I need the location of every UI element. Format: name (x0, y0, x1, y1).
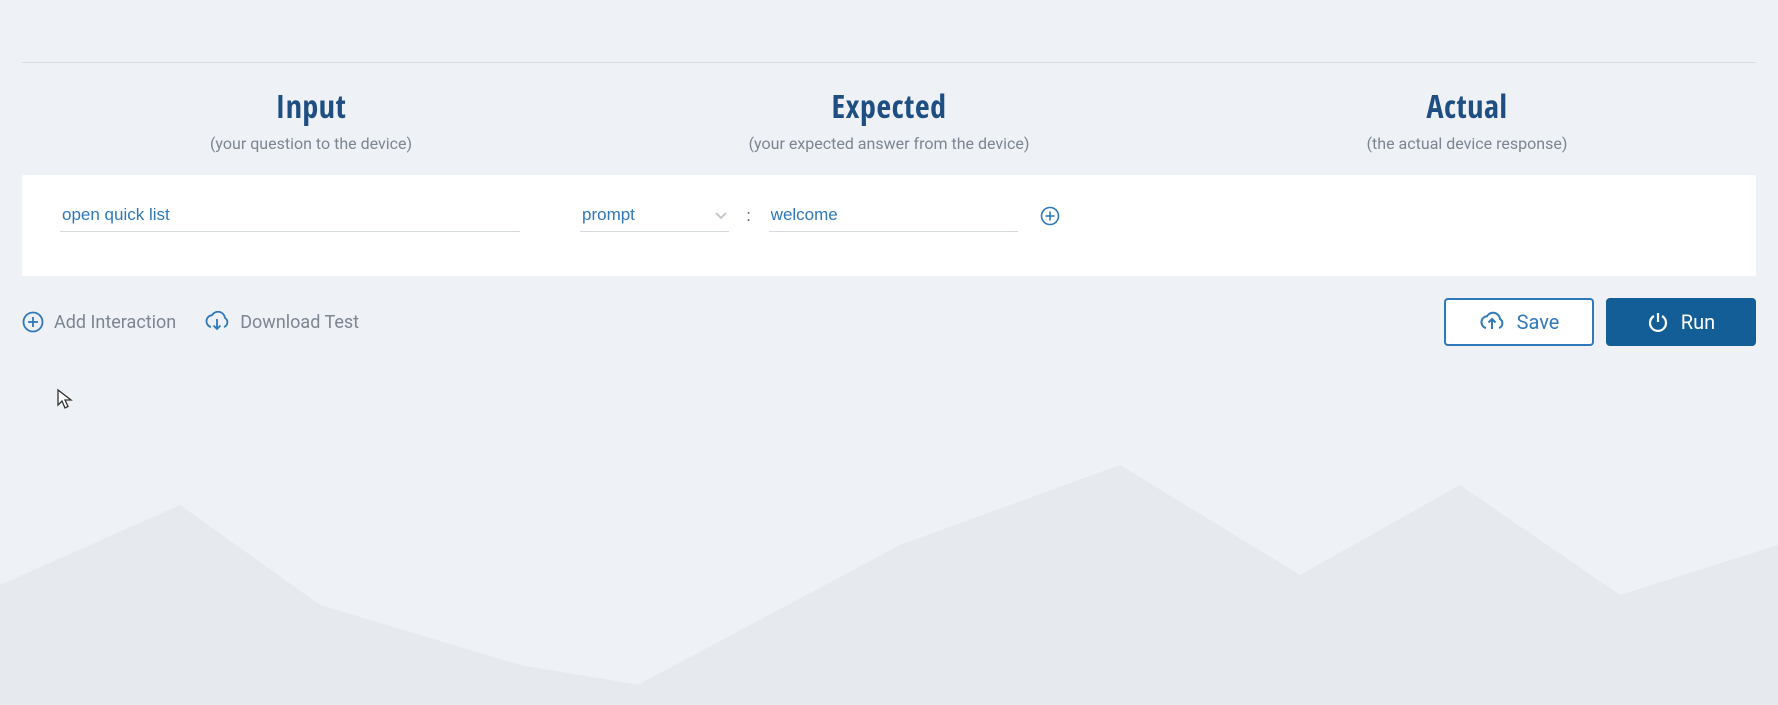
column-title-expected: Expected (600, 85, 1178, 128)
column-sub-input: (your question to the device) (22, 134, 600, 153)
background-mountains (0, 425, 1778, 705)
cloud-upload-icon (1479, 311, 1505, 333)
add-expected-button[interactable] (1040, 206, 1060, 226)
run-button[interactable]: Run (1606, 298, 1756, 346)
cloud-download-icon (204, 311, 230, 333)
expected-type-select[interactable] (580, 199, 729, 232)
actions-row: Add Interaction Download Test Sav (22, 298, 1756, 346)
expected-type-value[interactable] (580, 199, 729, 232)
save-label: Save (1517, 310, 1560, 334)
divider (22, 62, 1756, 63)
column-expected: Expected (your expected answer from the … (600, 85, 1178, 153)
column-sub-expected: (your expected answer from the device) (600, 134, 1178, 153)
add-interaction-button[interactable]: Add Interaction (22, 311, 176, 333)
download-test-label: Download Test (240, 312, 359, 333)
plus-circle-icon (1040, 206, 1060, 226)
input-question-field[interactable] (60, 199, 520, 232)
column-sub-actual: (the actual device response) (1178, 134, 1756, 153)
column-title-input: Input (22, 85, 600, 128)
expected-separator: : (743, 206, 755, 226)
plus-circle-icon (22, 311, 44, 333)
column-actual: Actual (the actual device response) (1178, 85, 1756, 153)
save-button[interactable]: Save (1444, 298, 1594, 346)
expected-value-field[interactable] (769, 199, 1018, 232)
mouse-cursor-icon (56, 388, 74, 410)
run-label: Run (1681, 310, 1715, 334)
interaction-row: : (22, 175, 1756, 276)
add-interaction-label: Add Interaction (54, 312, 176, 333)
column-input: Input (your question to the device) (22, 85, 600, 153)
column-title-actual: Actual (1178, 85, 1756, 128)
power-icon (1647, 311, 1669, 333)
columns-header: Input (your question to the device) Expe… (22, 85, 1756, 153)
download-test-button[interactable]: Download Test (204, 311, 359, 333)
